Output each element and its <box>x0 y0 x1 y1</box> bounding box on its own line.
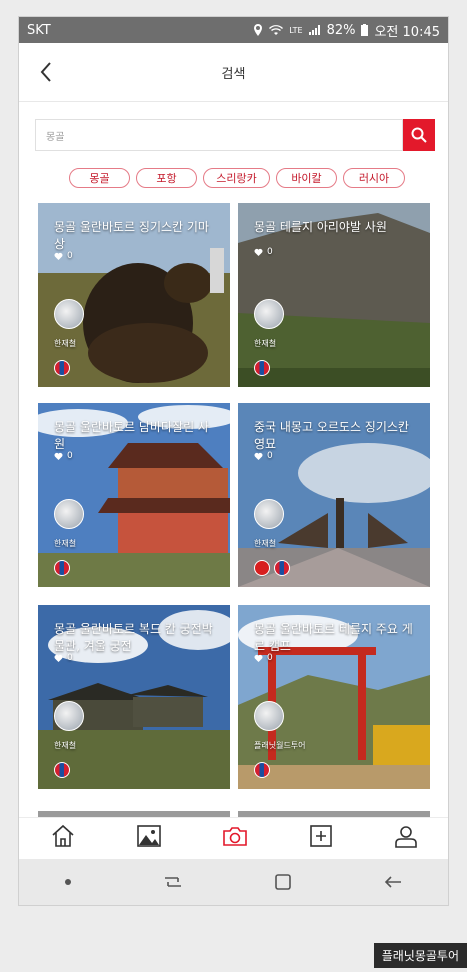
likes: 0 <box>54 451 73 461</box>
add-icon <box>309 825 332 847</box>
mongolia-flag-icon <box>254 762 270 778</box>
page-title: 검색 <box>221 67 246 82</box>
nav-profile[interactable] <box>394 824 418 852</box>
search-button[interactable] <box>403 119 435 151</box>
china-flag-icon <box>254 560 270 576</box>
like-count: 0 <box>67 251 73 261</box>
like-count: 0 <box>267 247 273 257</box>
avatar[interactable] <box>254 701 284 731</box>
likes: 0 <box>254 653 273 663</box>
mongolia-flag-icon <box>274 560 290 576</box>
heart-icon <box>54 252 63 260</box>
author-name: 한재철 <box>54 539 77 548</box>
mongolia-flag-icon <box>254 360 270 376</box>
card-title: 몽골 울란바토르 담바다잘린 사원 <box>54 420 209 451</box>
tag-chips: 몽골 포항 스리랑카 바이칼 러시아 <box>69 168 405 188</box>
post-card[interactable]: 몽골 울란바토르 복드 칸 궁전박물관, 겨울 궁전 0 한재철 <box>38 605 230 789</box>
card-title: 몽골 울란바토르 테를지 주요 게르 캠프 <box>254 622 413 653</box>
watermark: 플래닛몽골투어 <box>373 943 467 968</box>
card-title: 몽골 울란바토르 징기스칸 기마상 <box>54 220 209 251</box>
likes: 0 <box>254 247 273 257</box>
likes: 0 <box>54 653 73 663</box>
card-title: 중국 내몽고 오르도스 징기스칸 영묘 <box>254 420 409 451</box>
dot-icon[interactable] <box>64 878 72 886</box>
author-name: 한재철 <box>254 339 277 348</box>
post-card[interactable]: 몽골 울란바토르 테를지 주요 게르 캠프 0 플래닛월드투어 <box>238 605 430 789</box>
heart-icon <box>254 248 263 256</box>
mongolia-flag-icon <box>54 360 70 376</box>
post-card[interactable]: 몽골 테를지 아리야발 사원 0 한재철 <box>238 203 430 387</box>
author-name: 플래닛월드투어 <box>254 741 306 750</box>
heart-icon <box>254 452 263 460</box>
home-icon <box>51 824 74 847</box>
nav-camera[interactable] <box>222 825 248 851</box>
post-card[interactable]: 중국 내몽고 오르도스 징기스칸 영묘 0 한재철 <box>238 403 430 587</box>
nav-home[interactable] <box>50 824 76 852</box>
mongolia-flag-icon <box>54 762 70 778</box>
chip-mongolia[interactable]: 몽골 <box>69 168 130 188</box>
gallery-icon <box>136 825 161 847</box>
clock: 오전 10:45 <box>374 24 440 40</box>
phone-screen: SKT LTE 82% 오전 10:45 검색 몽골 포항 스리랑카 바이칼 러… <box>18 16 449 906</box>
home-button-icon[interactable] <box>274 873 292 891</box>
avatar[interactable] <box>54 499 84 529</box>
battery-percent: 82% <box>326 22 356 38</box>
mongolia-flag-icon <box>54 560 70 576</box>
post-card[interactable]: 몽골 울란바토르 징기스칸 기마상 0 한재철 <box>38 203 230 387</box>
lte-label: LTE <box>289 25 303 35</box>
back-arrow-icon[interactable] <box>383 874 403 890</box>
avatar[interactable] <box>254 499 284 529</box>
chip-baikal[interactable]: 바이칼 <box>276 168 337 188</box>
likes: 0 <box>254 451 273 461</box>
battery-icon <box>361 24 369 36</box>
android-nav-bar <box>19 859 448 905</box>
profile-icon <box>394 826 417 848</box>
search-input[interactable] <box>36 120 402 150</box>
chip-srilanka[interactable]: 스리랑카 <box>203 168 270 188</box>
author-name: 한재철 <box>54 339 77 348</box>
heart-icon <box>54 452 63 460</box>
bottom-nav <box>19 817 448 858</box>
card-title: 몽골 테를지 아리야발 사원 <box>254 220 387 234</box>
author-name: 한재철 <box>254 539 277 548</box>
chip-pohang[interactable]: 포항 <box>136 168 197 188</box>
status-bar: SKT LTE 82% 오전 10:45 <box>19 17 448 43</box>
avatar[interactable] <box>54 701 84 731</box>
heart-icon <box>254 654 263 662</box>
wifi-icon <box>269 25 284 35</box>
like-count: 0 <box>267 653 273 663</box>
nav-gallery[interactable] <box>136 825 161 851</box>
nav-add[interactable] <box>309 824 333 852</box>
post-card[interactable]: 몽골 울란바토르 담바다잘린 사원 0 한재철 <box>38 403 230 587</box>
app-header: 검색 <box>19 43 448 102</box>
like-count: 0 <box>267 451 273 461</box>
location-icon <box>254 24 263 36</box>
likes: 0 <box>54 251 73 261</box>
search-box <box>35 119 403 151</box>
heart-icon <box>54 654 63 662</box>
search-icon <box>411 127 427 143</box>
carrier: SKT <box>27 22 51 38</box>
signal-icon <box>308 25 320 35</box>
camera-icon <box>222 827 247 846</box>
recent-apps-icon[interactable] <box>163 874 183 890</box>
avatar[interactable] <box>54 299 84 329</box>
like-count: 0 <box>67 451 73 461</box>
card-title: 몽골 울란바토르 복드 칸 궁전박물관, 겨울 궁전 <box>54 622 213 653</box>
author-name: 한재철 <box>54 741 77 750</box>
chip-russia[interactable]: 러시아 <box>343 168 405 188</box>
like-count: 0 <box>67 653 73 663</box>
avatar[interactable] <box>254 299 284 329</box>
